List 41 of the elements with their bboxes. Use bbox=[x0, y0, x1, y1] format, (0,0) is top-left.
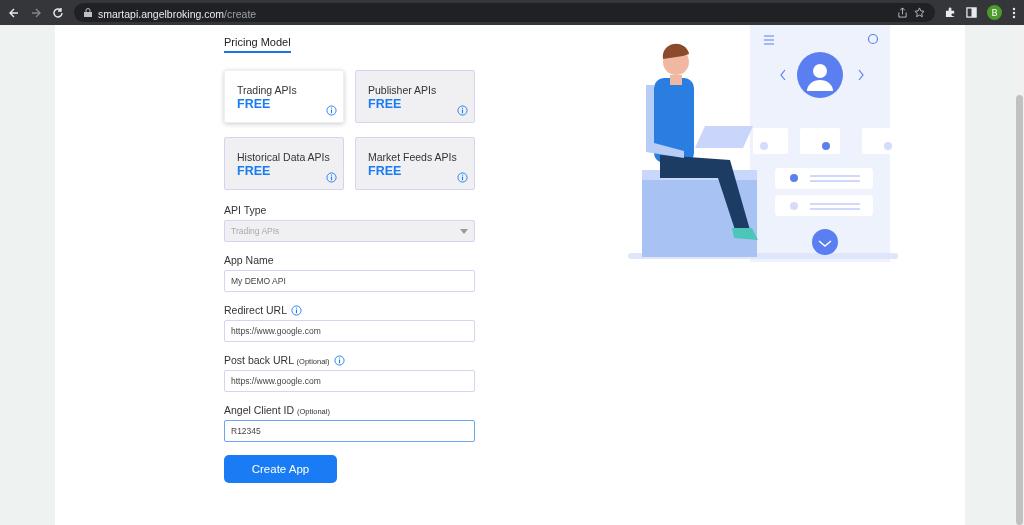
forward-icon[interactable] bbox=[30, 6, 42, 19]
info-icon[interactable] bbox=[457, 172, 468, 183]
url-host: smartapi.angelbroking.com bbox=[98, 8, 225, 20]
input-field[interactable]: https://www.google.com bbox=[224, 370, 475, 392]
reload-icon[interactable] bbox=[52, 6, 64, 19]
star-icon[interactable] bbox=[914, 7, 925, 18]
share-icon[interactable] bbox=[897, 7, 908, 18]
side-panel-icon[interactable] bbox=[966, 7, 977, 18]
plan-price: FREE bbox=[368, 164, 403, 178]
info-icon[interactable] bbox=[326, 105, 337, 116]
profile-avatar[interactable]: B bbox=[987, 5, 1002, 20]
plan-card[interactable]: Publisher APIs FREE bbox=[355, 70, 475, 123]
input-field[interactable]: My DEMO API bbox=[224, 270, 475, 292]
field-label: Redirect URL bbox=[224, 304, 288, 316]
lock-icon bbox=[84, 8, 92, 17]
input-field[interactable]: R12345 bbox=[224, 420, 475, 442]
field-label: App Name bbox=[224, 254, 274, 266]
plan-name: Trading APIs bbox=[237, 84, 298, 96]
plan-price: FREE bbox=[237, 164, 272, 178]
plan-price: FREE bbox=[237, 97, 272, 111]
plan-name: Market Feeds APIs bbox=[368, 151, 458, 163]
info-icon[interactable] bbox=[326, 172, 337, 183]
address-bar[interactable]: smartapi.angelbroking.com/create bbox=[74, 3, 935, 22]
puzzle-icon[interactable] bbox=[945, 7, 956, 18]
section-title: Pricing Model bbox=[224, 36, 291, 53]
plan-card[interactable]: Market Feeds APIs FREE bbox=[355, 137, 475, 190]
create-app-button[interactable]: Create App bbox=[224, 455, 337, 483]
plan-price: FREE bbox=[368, 97, 403, 111]
back-icon[interactable] bbox=[8, 6, 20, 19]
info-icon[interactable] bbox=[333, 354, 345, 366]
url-path: /create bbox=[224, 8, 257, 20]
info-icon[interactable] bbox=[457, 105, 468, 116]
info-icon[interactable] bbox=[291, 304, 303, 316]
plan-card[interactable]: Historical Data APIs FREE bbox=[224, 137, 344, 190]
field-label: API Type bbox=[224, 204, 267, 216]
plan-card[interactable]: Trading APIs FREE bbox=[224, 70, 344, 123]
input-field[interactable]: https://www.google.com bbox=[224, 320, 475, 342]
menu-icon[interactable] bbox=[1012, 6, 1016, 19]
caret-icon bbox=[460, 228, 468, 234]
plan-name: Historical Data APIs bbox=[237, 151, 331, 163]
plan-name: Publisher APIs bbox=[368, 84, 438, 96]
